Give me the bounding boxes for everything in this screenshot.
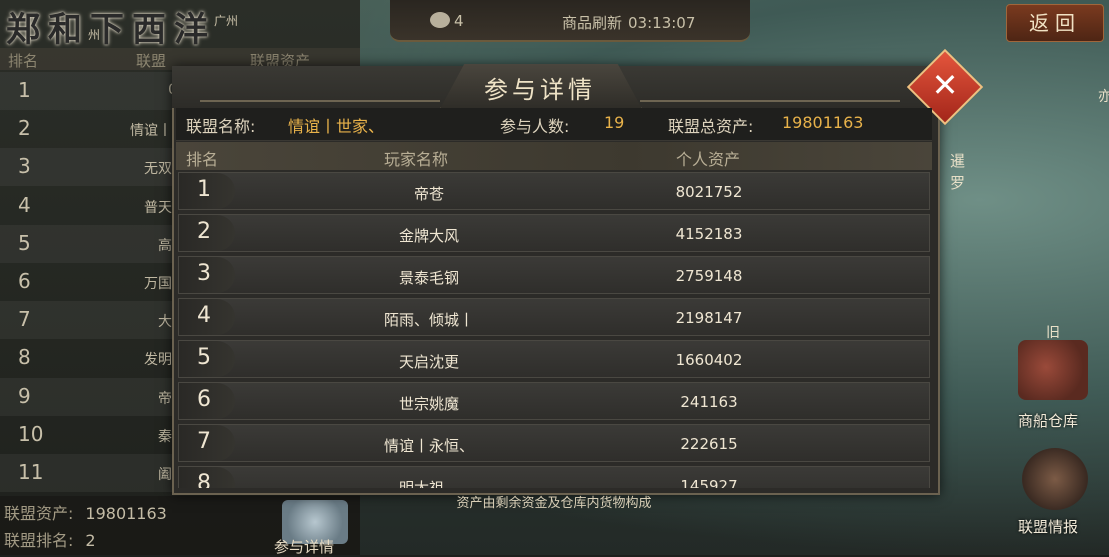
back-button[interactable]: 返回 [1006, 4, 1104, 42]
member-rank: 7 [197, 429, 211, 454]
ranking-rank: 11 [18, 460, 44, 484]
merchant-ship-warehouse-icon[interactable] [1018, 340, 1088, 400]
member-name: 帝苍 [413, 185, 444, 203]
shop-refresh-timer: 商品刷新 03:13:07 [562, 14, 696, 32]
member-rank: 1 [197, 177, 211, 202]
refresh-time: 03:13:07 [628, 14, 696, 32]
ranking-rank: 7 [18, 307, 31, 332]
header-alliance: 联盟 [136, 52, 167, 70]
member-row[interactable]: 7 情谊丨永恒、 222615 [178, 424, 930, 462]
member-row[interactable]: 3 景泰毛钢 2759148 [178, 256, 930, 294]
map-label-edge: 亦 [1098, 89, 1109, 105]
header-rank: 排名 [8, 52, 39, 70]
member-name: 金牌大风 [398, 227, 459, 245]
alliance-intel-icon[interactable] [1022, 448, 1088, 510]
member-row[interactable]: 5 天启沈更 1660402 [178, 340, 930, 378]
total-assets-label: 联盟总资产: [668, 117, 754, 136]
ranking-rank: 3 [18, 154, 31, 179]
member-name: 陌雨、倾城丨 [383, 311, 474, 329]
ranking-rank: 6 [18, 269, 31, 293]
ranking-rank: 4 [18, 192, 31, 217]
member-rank: 3 [197, 261, 211, 286]
modal-title: 参与详情 [484, 76, 596, 104]
alliance-name-label: 联盟名称: [186, 117, 256, 136]
decor-line-left [200, 100, 440, 102]
member-row[interactable]: 8 明太祖、 145927 [178, 466, 930, 488]
member-asset: 4152183 [675, 225, 743, 243]
member-row[interactable]: 1 帝苍 8021752 [178, 172, 930, 210]
alliance-asset-value: 19801163 [85, 504, 167, 523]
merchant-ship-warehouse-label[interactable]: 商船仓库 [1018, 410, 1078, 431]
game-title: 郑和下西洋 [6, 10, 216, 50]
member-rank: 6 [197, 387, 211, 412]
ranking-rank: 8 [18, 345, 31, 370]
col-player-name: 玩家名称 [384, 150, 449, 169]
member-list[interactable]: 1 帝苍 8021752 2 金牌大风 4152183 3 景泰毛钢 2759148 4 陌雨、倾城… [178, 172, 930, 488]
member-rank: 8 [197, 471, 211, 488]
col-rank: 排名 [186, 150, 219, 169]
map-label-siam: 暹罗 [950, 152, 966, 192]
member-asset: 241163 [680, 393, 738, 411]
member-name: 明太祖、 [398, 479, 459, 488]
member-name: 天启沈更 [398, 353, 459, 371]
ranking-rank: 5 [18, 230, 31, 255]
member-table-header: 排名 玩家名称 个人资产 [176, 142, 932, 170]
ranking-rank: 1 [18, 78, 31, 102]
member-name: 世宗姚魔 [398, 395, 459, 413]
decor-line-right [640, 100, 900, 102]
member-name: 景泰毛钢 [398, 269, 459, 287]
member-asset: 2759148 [675, 267, 743, 285]
member-rank: 4 [197, 303, 211, 328]
alliance-intel-label[interactable]: 联盟情报 [1018, 516, 1078, 537]
alliance-rank-summary: 联盟排名: 2 [4, 531, 96, 550]
coin-icon [430, 12, 450, 28]
col-personal-assets: 个人资产 [676, 150, 741, 169]
participants-label: 参与人数: [500, 117, 570, 136]
member-asset: 2198147 [675, 309, 743, 327]
member-name: 情谊丨永恒、 [383, 437, 474, 455]
ranking-rank: 10 [18, 421, 44, 446]
participation-details-button[interactable]: 参与详情 [274, 536, 334, 557]
alliance-info-bar: 联盟名称: 情谊丨世家、 参与人数: 19 联盟总资产: 19801163 [176, 108, 932, 141]
member-row[interactable]: 4 陌雨、倾城丨 2198147 [178, 298, 930, 336]
close-icon[interactable]: ✕ [918, 58, 972, 112]
alliance-rank-value: 2 [85, 531, 96, 550]
participants-value: 19 [604, 113, 625, 132]
alliance-asset-summary: 联盟资产: 19801163 [4, 504, 167, 523]
title-sub2: 广州 [214, 14, 239, 28]
map-label-old: 旧 [1046, 325, 1060, 341]
ranking-rank: 9 [18, 383, 31, 408]
member-rank: 5 [197, 345, 211, 370]
member-asset: 1660402 [675, 351, 743, 369]
member-row[interactable]: 6 世宗姚魔 241163 [178, 382, 930, 420]
asset-footnote: 资产由剩余资金及仓库内货物构成 [456, 496, 652, 511]
alliance-name-value: 情谊丨世家、 [288, 117, 385, 136]
member-asset: 222615 [680, 435, 738, 453]
total-assets-value: 19801163 [782, 113, 864, 132]
title-sub: 州 [88, 28, 101, 42]
member-rank: 2 [197, 219, 211, 244]
ranking-rank: 2 [18, 116, 31, 141]
member-row[interactable]: 2 金牌大风 4152183 [178, 214, 930, 252]
coin-count: 4 [454, 12, 464, 30]
member-asset: 145927 [680, 477, 738, 488]
member-asset: 8021752 [675, 183, 743, 201]
